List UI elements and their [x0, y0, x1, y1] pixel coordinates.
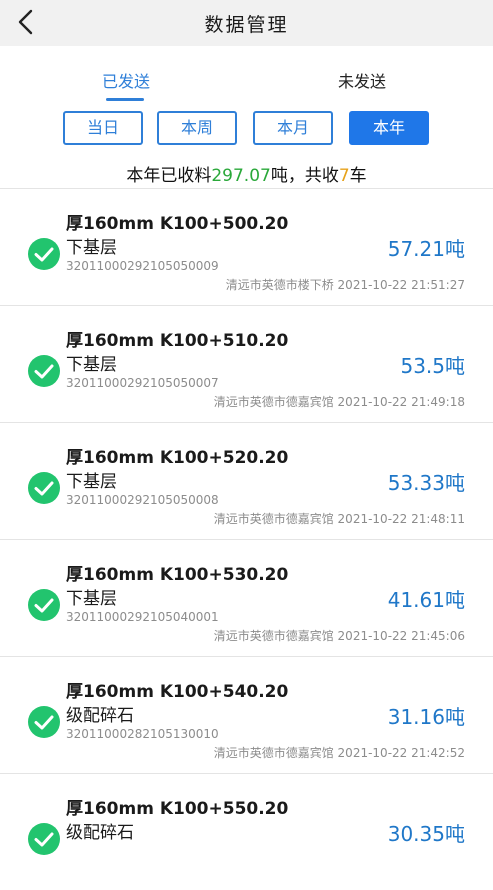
record-title: 厚160mm K100+520.20 — [66, 448, 289, 468]
check-circle-icon — [27, 822, 61, 856]
record-weight: 30.35吨 — [387, 822, 465, 846]
summary-prefix: 本年已收料 — [126, 166, 212, 186]
period-filter-group: 当日 本周 本月 本年 — [0, 111, 493, 149]
check-circle-icon — [27, 588, 61, 622]
summary-mid: 吨，共收 — [270, 166, 339, 186]
record-item[interactable]: 厚160mm K100+550.20 级配碎石 30.35吨 — [0, 773, 493, 890]
record-code: 32011000292105050009 — [66, 259, 219, 273]
record-item[interactable]: 厚160mm K100+520.20 下基层 3201100029210505000… — [0, 422, 493, 539]
record-code: 32011000292105050007 — [66, 376, 219, 390]
record-title: 厚160mm K100+540.20 — [66, 682, 289, 702]
record-weight: 57.21吨 — [387, 237, 465, 261]
record-item[interactable]: 厚160mm K100+530.20 下基层 3201100029210504000… — [0, 539, 493, 656]
filter-month-button[interactable]: 本月 — [253, 111, 333, 145]
record-title: 厚160mm K100+500.20 — [66, 214, 289, 234]
filter-today-button[interactable]: 当日 — [63, 111, 143, 145]
record-layer: 级配碎石 — [66, 706, 134, 726]
summary-line: 本年已收料297.07吨，共收7车 — [0, 161, 493, 186]
record-item[interactable]: 厚160mm K100+510.20 下基层 3201100029210505000… — [0, 305, 493, 422]
record-weight: 53.33吨 — [387, 471, 465, 495]
record-layer: 下基层 — [66, 238, 117, 258]
record-title: 厚160mm K100+510.20 — [66, 331, 289, 351]
app-header: 数据管理 — [0, 0, 493, 46]
summary-amount: 297.07 — [211, 166, 271, 186]
filter-week-button[interactable]: 本周 — [157, 111, 237, 145]
summary-count: 7 — [338, 166, 350, 186]
tab-unsent[interactable]: 未发送 — [338, 68, 386, 92]
record-layer: 下基层 — [66, 472, 117, 492]
check-circle-icon — [27, 471, 61, 505]
tab-active-indicator — [106, 98, 144, 101]
check-circle-icon — [27, 237, 61, 271]
record-meta: 清远市英德市德嘉宾馆 2021-10-22 21:48:11 — [213, 512, 465, 526]
page-title: 数据管理 — [204, 14, 289, 36]
record-code: 32011000292105050008 — [66, 493, 219, 507]
summary-suffix: 车 — [349, 166, 367, 186]
record-code: 32011000282105130010 — [66, 727, 219, 741]
record-weight: 53.5吨 — [400, 354, 465, 378]
record-item[interactable]: 厚160mm K100+540.20 级配碎石 320110002821051300… — [0, 656, 493, 773]
record-layer: 下基层 — [66, 589, 117, 609]
record-weight: 41.61吨 — [387, 588, 465, 612]
record-item[interactable]: 厚160mm K100+500.20 下基层 3201100029210505000… — [0, 188, 493, 305]
record-meta: 清远市英德市德嘉宾馆 2021-10-22 21:45:06 — [213, 629, 465, 643]
record-meta: 清远市英德市德嘉宾馆 2021-10-22 21:42:52 — [213, 746, 465, 760]
record-meta: 清远市英德市楼下桥 2021-10-22 21:51:27 — [225, 278, 465, 292]
filter-year-button[interactable]: 本年 — [349, 111, 429, 145]
record-layer: 下基层 — [66, 355, 117, 375]
check-circle-icon — [27, 705, 61, 739]
record-code: 32011000292105040001 — [66, 610, 219, 624]
record-layer: 级配碎石 — [66, 823, 134, 843]
record-title: 厚160mm K100+550.20 — [66, 799, 289, 819]
record-meta: 清远市英德市德嘉宾馆 2021-10-22 21:49:18 — [213, 395, 465, 409]
record-weight: 31.16吨 — [387, 705, 465, 729]
tab-sent[interactable]: 已发送 — [102, 68, 150, 92]
record-title: 厚160mm K100+530.20 — [66, 565, 289, 585]
check-circle-icon — [27, 354, 61, 388]
tab-bar: 已发送 未发送 — [0, 62, 493, 104]
